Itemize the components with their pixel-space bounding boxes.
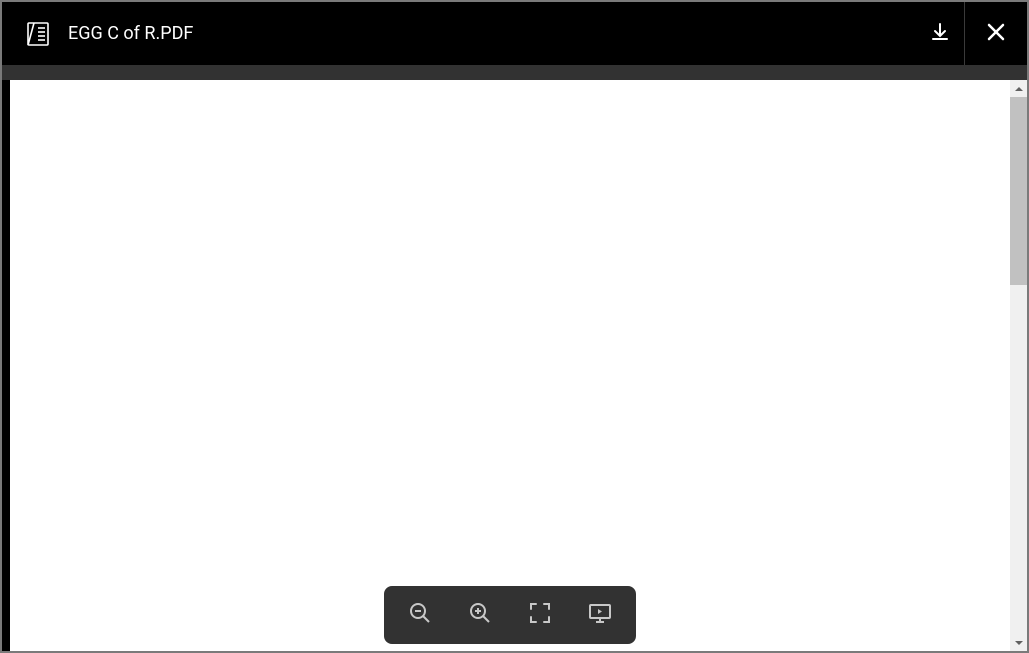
present-icon: [588, 601, 612, 629]
subheader-bar: [2, 65, 1027, 80]
pdf-page: [10, 80, 1010, 651]
zoom-out-icon: [408, 601, 432, 629]
fullscreen-icon: [529, 602, 551, 628]
scroll-thumb[interactable]: [1010, 97, 1027, 285]
download-icon: [930, 22, 950, 46]
fullscreen-button[interactable]: [510, 586, 570, 644]
left-edge: [2, 80, 10, 651]
document-icon: [24, 20, 52, 48]
close-icon: [986, 22, 1006, 46]
present-button[interactable]: [570, 586, 630, 644]
zoom-in-icon: [468, 601, 492, 629]
zoom-in-button[interactable]: [450, 586, 510, 644]
chevron-up-icon: [1014, 79, 1024, 98]
zoom-out-button[interactable]: [390, 586, 450, 644]
viewer-toolbar: [384, 586, 636, 644]
download-button[interactable]: [916, 2, 964, 65]
header-actions: [916, 2, 1027, 65]
document-title: EGG C of R.PDF: [68, 23, 193, 44]
scroll-up-button[interactable]: [1010, 80, 1027, 97]
chevron-down-icon: [1014, 633, 1024, 652]
viewer-header: EGG C of R.PDF: [2, 2, 1027, 65]
scroll-down-button[interactable]: [1010, 634, 1027, 651]
close-button[interactable]: [964, 2, 1027, 65]
vertical-scrollbar[interactable]: [1010, 80, 1027, 651]
content-area: [2, 80, 1027, 651]
